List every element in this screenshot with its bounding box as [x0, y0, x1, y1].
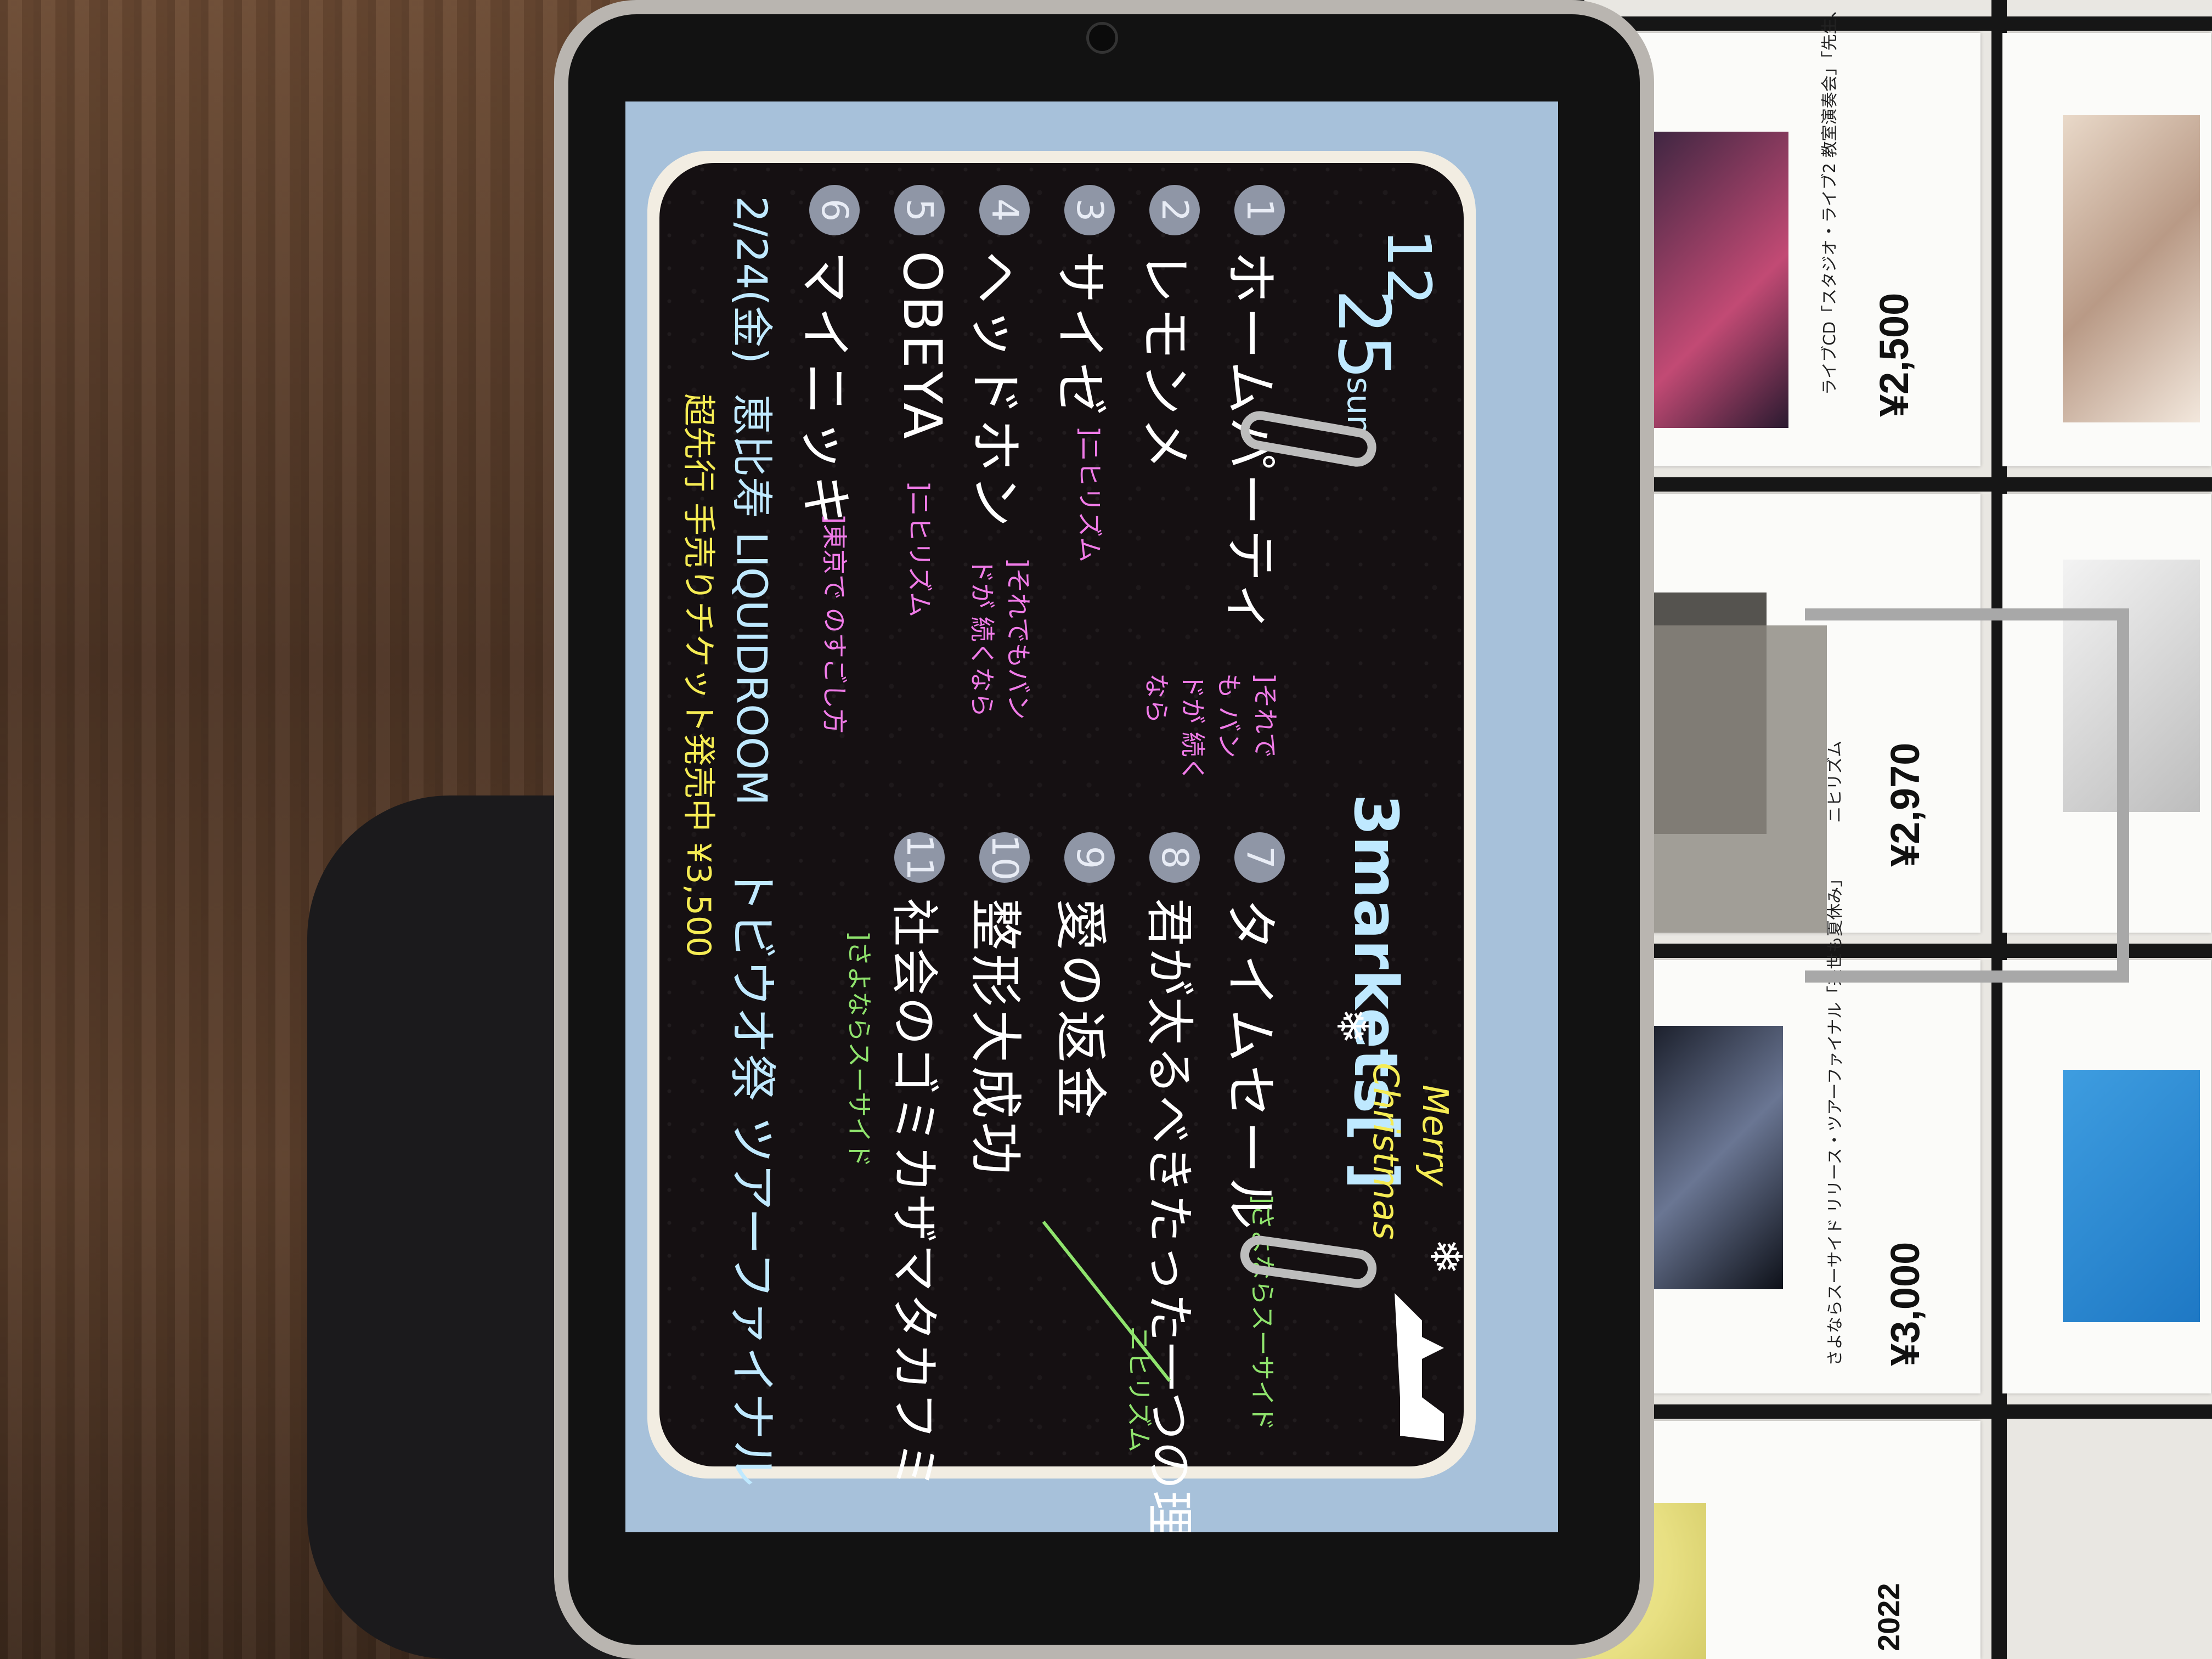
song-note: ]さよならスーサイド — [844, 931, 874, 1168]
shelf-divider — [1564, 16, 2212, 31]
song-number: 8 — [1149, 832, 1200, 883]
product-price: ¥2,500 — [1871, 292, 1917, 417]
footer-tour: トビウオ祭 ツアーファイナル — [725, 865, 780, 1487]
song-title: レモンメ — [1135, 251, 1196, 473]
song-note: ]ニヒリズム — [905, 481, 934, 617]
footer-date: 2/24(金) — [727, 196, 776, 364]
song-number: 10 — [979, 832, 1030, 883]
song-title: サイゼ — [1049, 251, 1111, 419]
song-note: ]ニヒリズム — [1075, 426, 1104, 562]
snowflake-icon: ❄ — [1327, 1008, 1378, 1045]
footer-venue: 恵比寿 LIQUIDROOM — [727, 393, 776, 806]
greeting-christmas: Christmas — [1365, 1063, 1406, 1240]
song-note: ニヒリズム — [1124, 1326, 1154, 1452]
setlist-board: 12 25 sun 3markets[ ] Merry Christmas ❄ … — [647, 151, 1476, 1532]
product-title: ライブCD「スタジオ・ライブ2 教室演奏会」「先生、ライブがしたいです。」 — [1820, 0, 1839, 395]
tablet-screen: 12 25 sun 3markets[ ] Merry Christmas ❄ … — [625, 101, 1558, 1532]
green-bracket-line — [1042, 1221, 1171, 1382]
song-title: OBEYA — [891, 251, 953, 442]
song-title: マイニッキ — [794, 251, 856, 531]
song-number: 6 — [809, 185, 860, 235]
date-day: 25 — [1322, 289, 1406, 380]
album-cover — [1651, 1026, 1783, 1289]
product-label: 2022 — [1871, 1583, 1906, 1651]
song-title: タイムセール — [1220, 898, 1281, 1233]
footer-ticket: 超先行 手売りチケット発売中 ¥3,500 — [679, 393, 718, 958]
song-number: 4 — [979, 185, 1030, 235]
product-card — [2002, 33, 2211, 466]
album-cover — [2063, 1070, 2200, 1322]
product-title: さよならスーサイド リリース・ツアーファイナル「来世も夏休み」 — [1826, 870, 1845, 1366]
song-title: 愛の返金 — [1049, 898, 1111, 1122]
song-title: 整形大成功 — [964, 898, 1026, 1178]
album-cover — [1646, 132, 1788, 428]
song-number: 11 — [894, 832, 945, 883]
snowflake-icon: ❄ — [1420, 1238, 1471, 1276]
song-number: 3 — [1064, 185, 1115, 235]
song-note: ]東京で のすごし方 — [820, 514, 849, 734]
song-number: 9 — [1064, 832, 1115, 883]
song-note: ]さよならスーサイド — [1248, 1194, 1277, 1431]
greeting-merry: Merry — [1414, 1085, 1455, 1187]
song-title: 社会のゴミカザマタカフミ — [886, 898, 943, 1491]
album-cover — [2063, 115, 2200, 422]
front-camera — [1086, 22, 1118, 54]
song-number: 5 — [894, 185, 945, 235]
metal-stand — [1651, 608, 2129, 983]
song-note: ]それでも バンドが 続くなら — [1142, 673, 1280, 782]
song-number: 2 — [1149, 185, 1200, 235]
song-number: 1 — [1234, 185, 1285, 235]
song-title: ヘッドホン — [964, 251, 1026, 531]
shelf-divider — [1564, 1404, 2212, 1419]
shelf-divider — [1564, 477, 2212, 492]
song-note: ]それでもバンドが 続くなら — [967, 558, 1033, 720]
product-price: ¥3,000 — [1882, 1242, 1928, 1366]
setlist-content: 12 25 sun 3markets[ ] Merry Christmas ❄ … — [659, 163, 1488, 1532]
song-number: 7 — [1234, 832, 1285, 883]
product-card — [2002, 960, 2211, 1393]
reindeer-sleigh-icon — [1395, 1293, 1444, 1441]
